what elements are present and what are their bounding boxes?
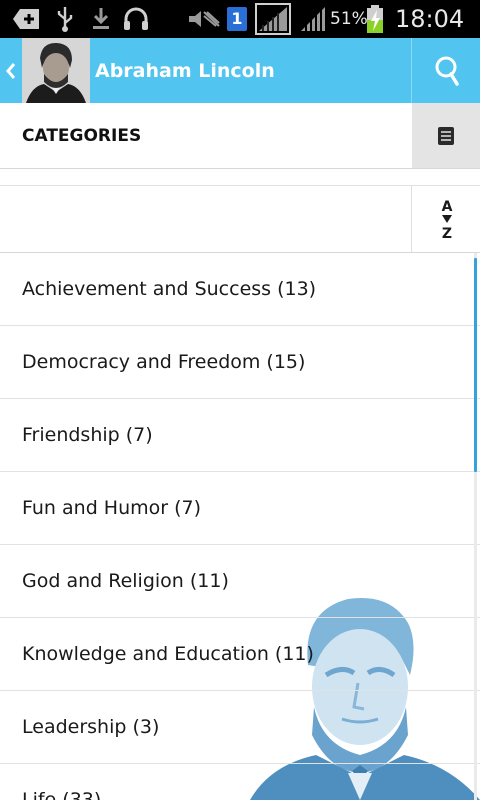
list-item-fun-humor[interactable]: Fun and Humor (7)	[0, 472, 480, 545]
status-bar: 1 51% 18:04	[0, 0, 480, 38]
battery-charging-icon	[364, 0, 386, 38]
sort-az-button[interactable]: A Z	[411, 186, 480, 252]
sort-letter-z: Z	[441, 226, 451, 241]
category-list: Achievement and Success (13) Democracy a…	[0, 253, 480, 800]
action-bar: Abraham Lincoln	[0, 38, 480, 103]
usb-icon	[54, 0, 76, 38]
list-item-god-religion[interactable]: God and Religion (11)	[0, 545, 480, 618]
download-icon	[89, 0, 113, 38]
chevron-left-icon	[6, 62, 16, 79]
app-screen: 1 51% 18:04 Abraham Lincoln CATEGORIES A…	[0, 0, 480, 800]
category-list-items: Achievement and Success (13) Democracy a…	[0, 253, 480, 800]
list-item-friendship[interactable]: Friendship (7)	[0, 399, 480, 472]
no-signal-icon	[254, 0, 292, 38]
list-item-achievement[interactable]: Achievement and Success (13)	[0, 253, 480, 326]
list-item-leadership[interactable]: Leadership (3)	[0, 691, 480, 764]
sort-az-icon: A Z	[441, 199, 452, 241]
section-title: CATEGORIES	[22, 126, 142, 146]
search-button[interactable]	[411, 38, 480, 103]
up-button[interactable]	[0, 38, 22, 103]
page-title: Abraham Lincoln	[95, 60, 275, 82]
mute-icon	[186, 0, 222, 38]
signal-icon	[298, 0, 328, 38]
avatar[interactable]	[22, 38, 90, 103]
search-icon	[435, 56, 459, 86]
scrollbar-thumb[interactable]	[474, 258, 477, 472]
sort-row: A Z	[0, 186, 480, 253]
headset-icon	[121, 0, 151, 38]
add-icon	[12, 0, 42, 38]
divider-band	[0, 169, 480, 186]
portrait-image	[22, 38, 90, 103]
list-item-democracy[interactable]: Democracy and Freedom (15)	[0, 326, 480, 399]
sim-icon: 1	[226, 0, 248, 38]
list-item-life[interactable]: Life (33)	[0, 764, 480, 800]
category-list-button[interactable]	[412, 103, 480, 168]
battery-percent: 51%	[330, 9, 368, 29]
list-item-knowledge[interactable]: Knowledge and Education (11)	[0, 618, 480, 691]
sim-badge: 1	[227, 7, 247, 31]
categories-header: CATEGORIES	[0, 103, 480, 169]
clock: 18:04	[395, 5, 465, 33]
list-icon	[438, 126, 454, 145]
sort-letter-a: A	[441, 199, 452, 215]
